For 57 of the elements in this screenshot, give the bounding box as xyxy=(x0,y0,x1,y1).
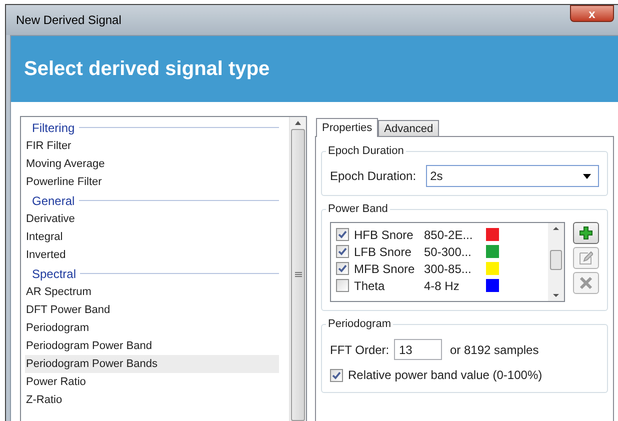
list-item[interactable]: Derivative xyxy=(25,210,279,228)
list-item[interactable]: Periodogram Power Bands xyxy=(25,355,279,373)
list-item[interactable]: DFT Power Band xyxy=(25,301,279,319)
close-button[interactable]: x xyxy=(570,5,614,22)
list-item[interactable]: Periodogram Power Band xyxy=(25,337,279,355)
list-item[interactable]: Integral xyxy=(25,228,279,246)
list-item[interactable]: Powerline Filter xyxy=(25,173,279,191)
checkbox[interactable] xyxy=(336,262,349,275)
field-label: FFT Order: xyxy=(330,342,390,358)
band-range: 4-8 Hz xyxy=(424,278,460,294)
samples-text: or 8192 samples xyxy=(450,342,539,358)
scrollbar[interactable] xyxy=(548,223,564,301)
scroll-up-icon[interactable] xyxy=(295,121,301,125)
plus-icon xyxy=(579,226,593,240)
checkbox[interactable] xyxy=(336,279,349,292)
group-title: Epoch Duration xyxy=(326,143,406,160)
band-name: LFB Snore xyxy=(353,244,412,260)
checkbox[interactable] xyxy=(330,368,343,382)
list-item[interactable]: Inverted xyxy=(25,246,279,264)
band-range: 50-300... xyxy=(424,244,472,260)
list-item[interactable]: FIR Filter xyxy=(25,137,279,155)
list-item[interactable]: Moving Average xyxy=(25,155,279,173)
group-title: Periodogram xyxy=(326,316,393,332)
list-item[interactable]: AR Spectrum xyxy=(25,283,279,301)
scroll-thumb[interactable] xyxy=(550,250,562,270)
x-icon xyxy=(579,276,593,290)
checkmark-icon xyxy=(332,370,341,380)
tab[interactable]: Advanced xyxy=(378,120,440,136)
dropdown-arrow-icon xyxy=(583,174,591,178)
band-name: MFB Snore xyxy=(353,260,416,278)
header-title: Select derived signal type xyxy=(24,57,270,82)
category-header: Filtering xyxy=(32,120,75,136)
checkbox[interactable] xyxy=(336,245,349,258)
field-label: Epoch Duration: xyxy=(330,168,416,185)
delete-button[interactable] xyxy=(573,272,599,294)
category-header: General xyxy=(32,192,75,210)
band-name: Theta xyxy=(353,278,386,294)
list-item[interactable]: Z-Ratio xyxy=(25,391,279,409)
checkbox[interactable] xyxy=(336,228,349,241)
window-title: New Derived Signal xyxy=(16,12,122,29)
scrollbar[interactable] xyxy=(289,117,306,421)
list-item[interactable]: Periodogram xyxy=(25,319,279,337)
checkbox-label: Relative power band value (0-100%) xyxy=(348,367,542,384)
scroll-down-icon[interactable] xyxy=(553,294,559,297)
scroll-thumb[interactable] xyxy=(291,129,305,421)
band-range: 850-2E... xyxy=(424,226,474,244)
pencil-icon xyxy=(579,251,593,265)
grip-icon xyxy=(294,272,302,278)
category-header: Spectral xyxy=(32,266,76,282)
epoch-duration-dropdown[interactable]: 2s xyxy=(426,165,599,187)
fft-order-field[interactable]: 13 xyxy=(394,339,442,360)
tab[interactable]: Properties xyxy=(316,118,378,137)
scroll-up-icon[interactable] xyxy=(553,227,559,230)
band-name: HFB Snore xyxy=(353,226,414,244)
list-item[interactable]: Power Ratio xyxy=(25,373,279,391)
add-button[interactable] xyxy=(573,222,599,244)
band-range: 300-85... xyxy=(424,260,472,278)
